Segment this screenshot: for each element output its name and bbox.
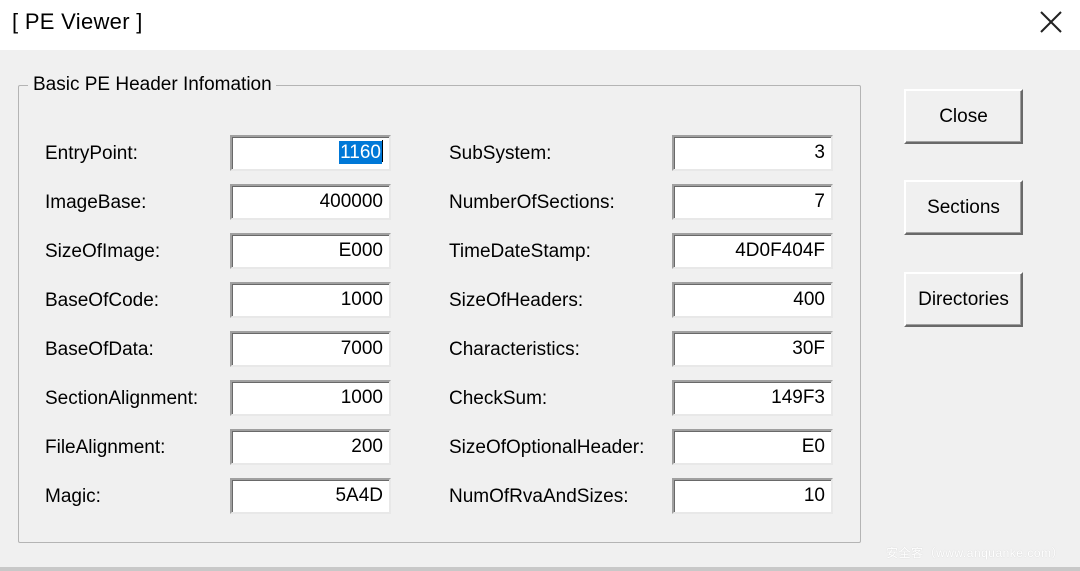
- group-legend: Basic PE Header Infomation: [28, 74, 276, 96]
- size-of-optional-header-label: SizeOfOptionalHeader:: [449, 437, 645, 458]
- number-of-sections-field[interactable]: 7: [672, 184, 833, 220]
- base-of-data-field[interactable]: 7000: [230, 331, 391, 367]
- magic-field[interactable]: 5A4D: [230, 478, 391, 514]
- entry-point-field[interactable]: 1160: [230, 135, 391, 171]
- image-base-label: ImageBase:: [45, 192, 147, 213]
- file-alignment-field[interactable]: 200: [230, 429, 391, 465]
- file-alignment-label: FileAlignment:: [45, 437, 166, 458]
- text-caret: [382, 140, 383, 162]
- base-of-data-label: BaseOfData:: [45, 339, 154, 360]
- directories-button[interactable]: Directories: [904, 272, 1023, 327]
- window-title: [ PE Viewer ]: [12, 9, 143, 34]
- time-date-stamp-field[interactable]: 4D0F404F: [672, 233, 833, 269]
- time-date-stamp-label: TimeDateStamp:: [449, 241, 591, 262]
- entry-point-label: EntryPoint:: [45, 143, 138, 164]
- size-of-image-label: SizeOfImage:: [45, 241, 161, 262]
- num-of-rva-and-sizes-field[interactable]: 10: [672, 478, 833, 514]
- close-icon: [1040, 11, 1062, 33]
- window-close-button[interactable]: [1024, 0, 1080, 46]
- window-bottom-border: [0, 567, 1080, 571]
- section-alignment-field[interactable]: 1000: [230, 380, 391, 416]
- image-base-field[interactable]: 400000: [230, 184, 391, 220]
- size-of-optional-header-field[interactable]: E0: [672, 429, 833, 465]
- title-bar: [ PE Viewer ]: [0, 0, 1080, 50]
- subsystem-label: SubSystem:: [449, 143, 552, 164]
- checksum-label: CheckSum:: [449, 388, 548, 409]
- size-of-headers-field[interactable]: 400: [672, 282, 833, 318]
- sections-button[interactable]: Sections: [904, 180, 1023, 235]
- base-of-code-label: BaseOfCode:: [45, 290, 160, 311]
- size-of-headers-label: SizeOfHeaders:: [449, 290, 584, 311]
- section-alignment-label: SectionAlignment:: [45, 388, 199, 409]
- characteristics-field[interactable]: 30F: [672, 331, 833, 367]
- number-of-sections-label: NumberOfSections:: [449, 192, 615, 213]
- magic-label: Magic:: [45, 486, 101, 507]
- num-of-rva-and-sizes-label: NumOfRvaAndSizes:: [449, 486, 629, 507]
- checksum-field[interactable]: 149F3: [672, 380, 833, 416]
- close-button[interactable]: Close: [904, 89, 1023, 144]
- size-of-image-field[interactable]: E000: [230, 233, 391, 269]
- subsystem-field[interactable]: 3: [672, 135, 833, 171]
- watermark-text: 安全客（www.anquanke.com）: [886, 546, 1064, 560]
- entry-point-value: 1160: [339, 141, 382, 164]
- base-of-code-field[interactable]: 1000: [230, 282, 391, 318]
- characteristics-label: Characteristics:: [449, 339, 580, 360]
